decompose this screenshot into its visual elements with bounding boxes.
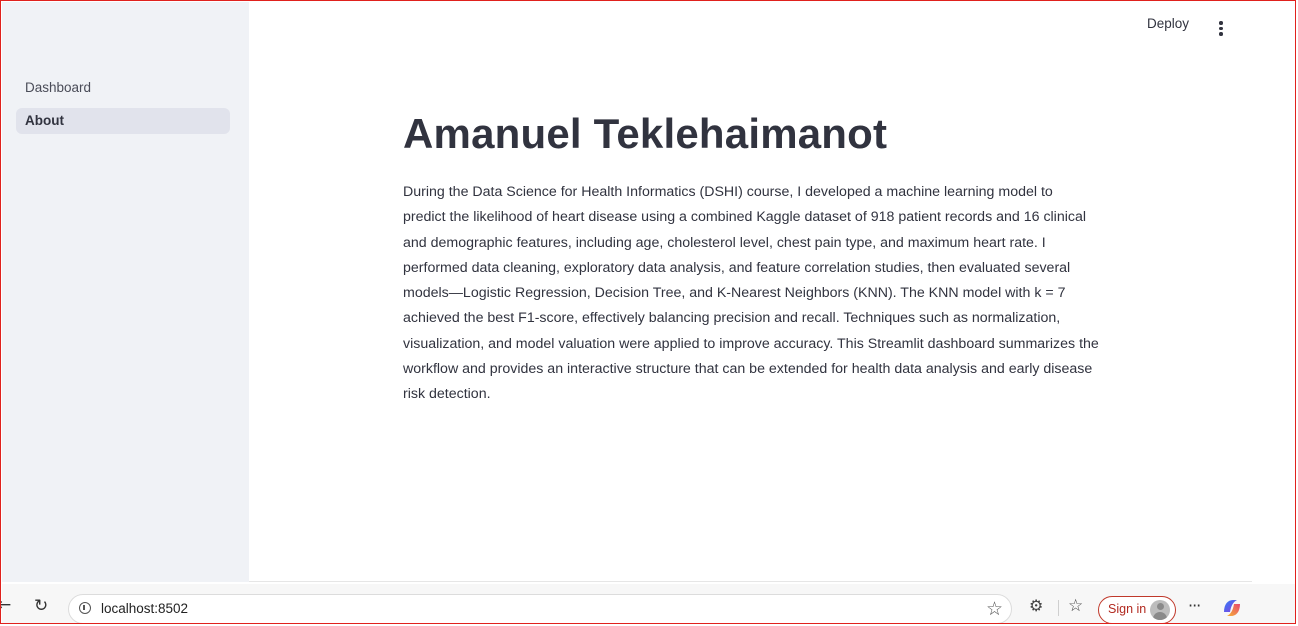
favorites-icon[interactable]: ☆ (1068, 596, 1083, 616)
right-gutter (1252, 2, 1295, 582)
copilot-icon[interactable] (1221, 598, 1243, 618)
url-text[interactable]: localhost:8502 (101, 601, 188, 616)
deploy-button[interactable]: Deploy (1147, 16, 1189, 31)
extensions-icon[interactable]: ⚙ (1029, 598, 1045, 614)
divider (249, 581, 1252, 582)
sign-in-label: Sign in (1108, 602, 1147, 616)
more-icon[interactable]: ··· (1188, 596, 1201, 615)
kebab-menu-icon[interactable] (1211, 18, 1231, 38)
sign-in-button[interactable]: Sign in (1098, 596, 1176, 623)
sidebar-item-dashboard[interactable]: Dashboard (16, 75, 230, 101)
browser-toolbar: ← ↻ localhost:8502 ☆ ⚙ ☆ Sign in ··· (1, 584, 1295, 623)
reload-icon[interactable]: ↻ (34, 598, 52, 615)
address-bar[interactable]: localhost:8502 ☆ (68, 594, 1012, 623)
sidebar-item-label: About (25, 113, 64, 128)
sidebar-item-about[interactable]: About (16, 108, 230, 134)
star-icon[interactable]: ☆ (986, 598, 1003, 620)
sidebar: Dashboard About (2, 2, 249, 582)
back-arrow-icon[interactable]: ← (1, 597, 15, 614)
page-title: Amanuel Teklehaimanot (403, 110, 888, 157)
main-content: Deploy Amanuel Teklehaimanot During the … (249, 2, 1252, 582)
toolbar-divider (1058, 600, 1059, 616)
avatar-icon (1150, 600, 1170, 620)
about-paragraph: During the Data Science for Health Infor… (403, 184, 1099, 403)
app-frame: Dashboard About Deploy Amanuel Teklehaim… (0, 0, 1296, 624)
sidebar-item-label: Dashboard (25, 80, 92, 95)
info-icon[interactable] (79, 602, 91, 614)
